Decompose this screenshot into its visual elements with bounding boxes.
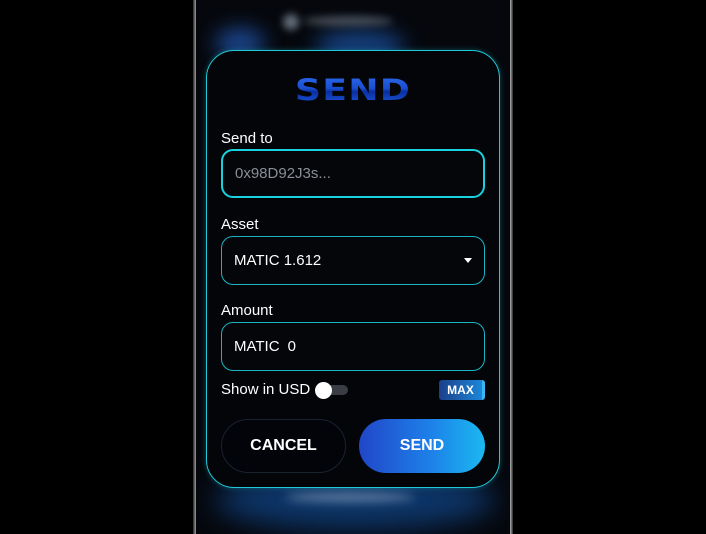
asset-selected-value: MATIC 1.612	[234, 252, 322, 269]
background-blur	[303, 16, 393, 26]
max-button[interactable]: MAX	[439, 380, 485, 400]
screen: SEND Send to Asset MATIC 1.612 Amount MA…	[0, 0, 706, 534]
send-to-input[interactable]	[235, 165, 465, 182]
show-in-usd-toggle[interactable]	[315, 382, 349, 399]
usd-row: Show in USD MAX	[221, 380, 485, 402]
send-button[interactable]: SEND	[359, 419, 485, 473]
show-in-usd-label: Show in USD	[221, 381, 311, 398]
send-to-field[interactable]	[221, 149, 485, 198]
send-modal: SEND Send to Asset MATIC 1.612 Amount MA…	[206, 50, 500, 488]
amount-value: 0	[287, 338, 296, 355]
toggle-knob	[315, 382, 332, 399]
send-to-label: Send to	[221, 130, 273, 147]
asset-select[interactable]: MATIC 1.612	[221, 236, 485, 285]
amount-field[interactable]: MATIC 0	[221, 322, 485, 371]
amount-unit: MATIC	[234, 338, 280, 355]
modal-title: SEND	[171, 73, 536, 107]
background-blur	[285, 492, 415, 502]
asset-label: Asset	[221, 216, 259, 233]
caret-down-icon	[464, 258, 472, 263]
background-blur	[283, 14, 299, 30]
amount-label: Amount	[221, 302, 273, 319]
cancel-button[interactable]: CANCEL	[221, 419, 346, 473]
